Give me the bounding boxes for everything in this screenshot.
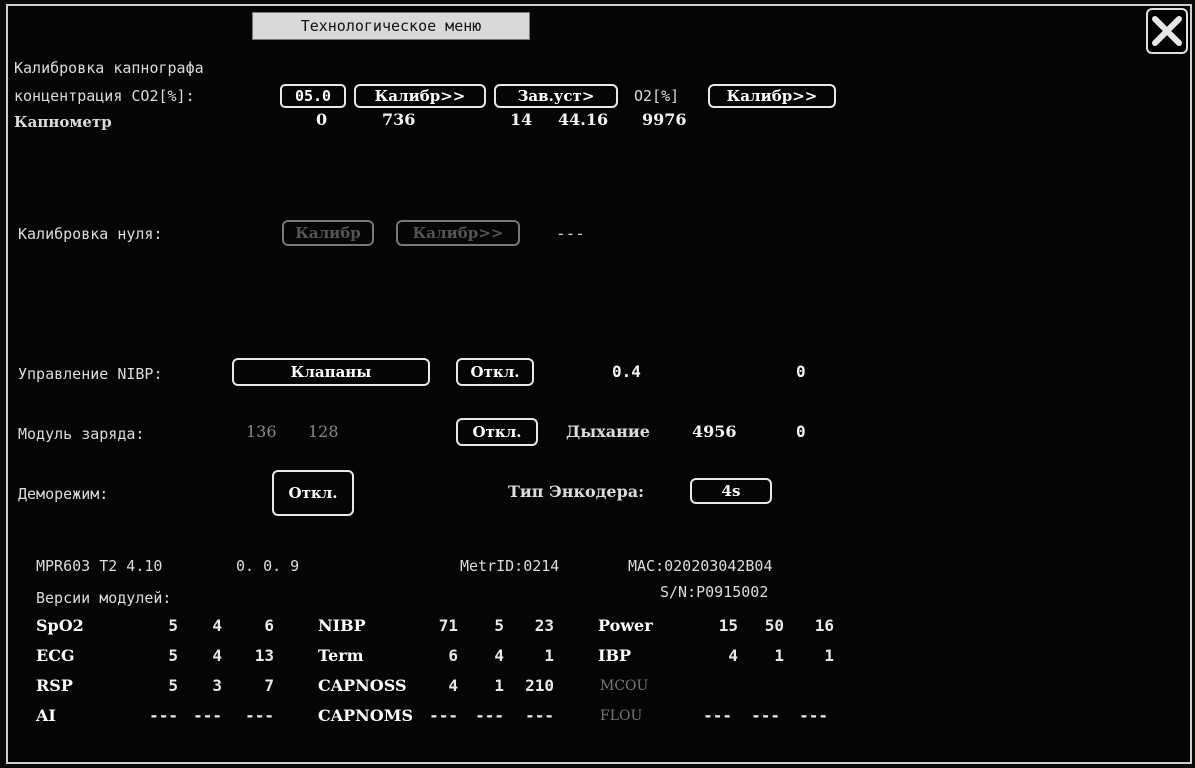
charge-module-label: Модуль заряда:	[18, 425, 145, 443]
charge-value-2: 128	[308, 422, 339, 441]
breath-label: Дыхание	[566, 422, 650, 441]
nibp-valves-button[interactable]: Клапаны	[232, 358, 430, 386]
capnometer-label: Капнометр	[14, 113, 112, 131]
capnometer-value: 14	[510, 110, 533, 129]
capnometer-value: 9976	[642, 110, 687, 129]
zero-calibration-label: Калибровка нуля:	[18, 225, 163, 243]
metr-id: MetrID:0214	[460, 557, 560, 575]
breath-value: 4956	[692, 422, 737, 441]
breath-value-2: 0	[796, 422, 806, 441]
co2-concentration-label: концентрация CO2[%]:	[14, 87, 195, 105]
o2-label: O2[%]	[634, 87, 680, 105]
serial-number: S/N:P0915002	[660, 583, 769, 601]
charge-off-button[interactable]: Откл.	[456, 418, 538, 446]
window-title: Технологическое меню	[252, 12, 530, 40]
capno-section-label: Калибровка капнографа	[14, 59, 204, 77]
capnometer-value: 736	[382, 110, 416, 129]
capnometer-value: 44.16	[558, 110, 609, 129]
nibp-off-button[interactable]: Откл.	[456, 358, 534, 386]
capno-defaults-button[interactable]: Зав.уст>	[494, 84, 618, 108]
demo-mode-label: Деморежим:	[18, 485, 109, 503]
build-version: 0. 0. 9	[236, 557, 300, 575]
close-button[interactable]	[1146, 8, 1188, 54]
modules-versions-label: Версии модулей:	[36, 589, 172, 607]
close-icon	[1152, 16, 1182, 46]
encoder-type-field[interactable]: 4s	[690, 478, 772, 504]
zero-calibrate-button[interactable]: Калибр	[282, 220, 374, 246]
nibp-value: 0.4	[612, 362, 641, 381]
capno-calibrate-button[interactable]: Калибр>>	[354, 84, 486, 108]
capnometer-value: 0	[316, 110, 328, 129]
nibp-control-label: Управление NIBP:	[18, 365, 163, 383]
charge-value: 136	[246, 422, 277, 441]
firmware-version: MPR603 T2 4.10	[36, 557, 163, 575]
zero-status: ---	[556, 224, 585, 243]
demo-off-button[interactable]: Откл.	[272, 470, 354, 516]
o2-calibrate-button[interactable]: Калибр>>	[708, 84, 836, 108]
co2-concentration-field[interactable]: 05.0	[280, 84, 346, 108]
mac-address: MAC:020203042B04	[628, 557, 773, 575]
encoder-type-label: Тип Энкодера:	[508, 482, 645, 501]
zero-calibrate-next-button[interactable]: Калибр>>	[396, 220, 520, 246]
nibp-value-2: 0	[796, 362, 806, 381]
